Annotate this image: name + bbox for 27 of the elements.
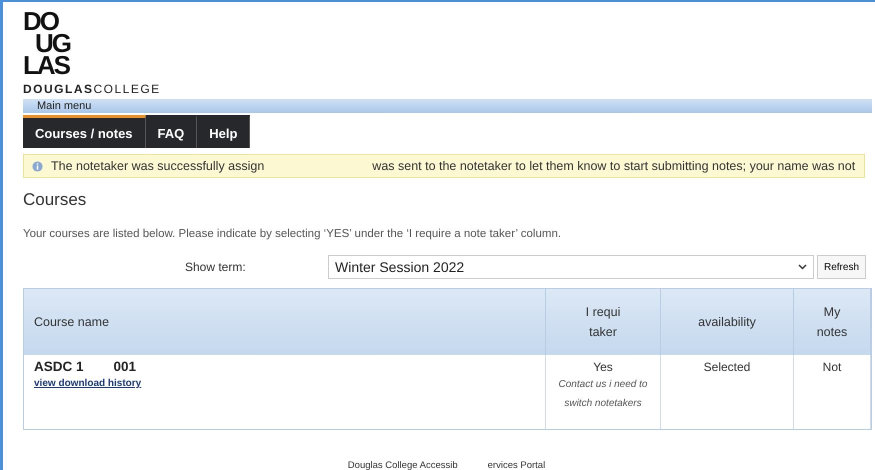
footer-text: ervices Portal: [488, 460, 546, 470]
term-label: Show term:: [184, 260, 247, 274]
course-section: 001: [114, 359, 136, 374]
info-icon: [32, 160, 43, 172]
refresh-button[interactable]: Refresh: [817, 255, 866, 279]
nav-tab[interactable]: Courses / notes: [23, 115, 146, 148]
nav-tab[interactable]: Help: [197, 115, 250, 148]
my-notes-select[interactable]: Not: [816, 359, 848, 375]
column-header: I requi taker: [546, 289, 661, 355]
course-code: ASDC 1: [34, 359, 84, 374]
column-header: Course name: [24, 289, 546, 355]
contact-note: Contact us i need to switch notetakers: [558, 378, 648, 411]
note-taker-select[interactable]: Yes: [587, 359, 619, 375]
nav-tab[interactable]: FAQ: [146, 115, 198, 148]
download-history-link[interactable]: view download history: [34, 378, 142, 389]
term-select[interactable]: Winter Session 2022: [328, 255, 814, 279]
footer-text: Douglas College Accessib: [348, 460, 458, 470]
page-heading: Courses: [23, 190, 88, 210]
main-menu-bar: Main menu: [23, 99, 872, 113]
intro-text: Your courses are listed below. Please indicate by selecting ‘YES’ under the ‘I require a note taker’ column.: [23, 228, 562, 240]
alert-text: was sent to the notetaker to let them know to start submitting notes; your name was not: [372, 159, 856, 173]
column-header: availability: [661, 289, 794, 355]
availability-value: Selected: [702, 359, 752, 375]
column-header: My notes: [794, 289, 871, 355]
alert-text: The notetaker was successfully assign: [51, 159, 264, 173]
caret-icon: [798, 264, 807, 270]
college-logo: DO UG LAS DOUGLAS COLLEGE: [23, 10, 162, 96]
